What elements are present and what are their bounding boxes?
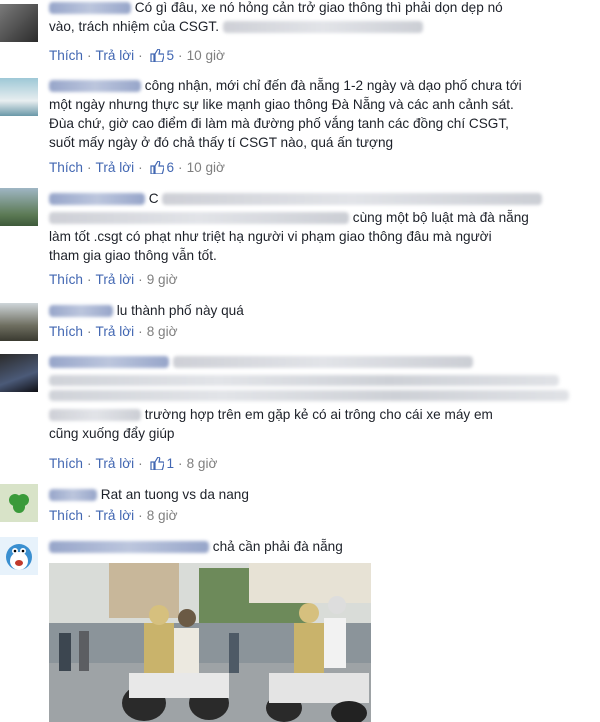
like-link[interactable]: Thích	[49, 324, 83, 339]
timestamp[interactable]: 9 giờ	[147, 272, 178, 287]
traffic-police-photo	[49, 563, 371, 722]
comment-text: Rat an tuong vs da nang	[100, 487, 249, 502]
comment-actions: Thích · Trả lời · 9 giờ	[49, 271, 178, 287]
reply-link[interactable]: Trả lời	[96, 160, 135, 175]
comment-text: Có gì đâu, xe nó hỏng cản trở giao thông…	[134, 0, 503, 15]
avatar[interactable]	[0, 484, 38, 522]
like-link[interactable]: Thích	[49, 48, 83, 63]
commenter-name[interactable]	[49, 193, 145, 206]
timestamp[interactable]: 8 giờ	[147, 508, 178, 523]
comment-actions: Thích · Trả lời · 8 giờ	[49, 507, 178, 523]
commenter-name[interactable]	[49, 2, 131, 15]
commenter-name[interactable]	[49, 541, 209, 554]
comment-text: cùng một bộ luật mà đà nẵng	[352, 210, 529, 225]
timestamp[interactable]: 8 giờ	[147, 324, 178, 339]
comment-actions: Thích · Trả lời · 1 · 8 giờ	[49, 455, 218, 471]
like-link[interactable]: Thích	[49, 508, 83, 523]
comment-text: lu thành phố này quá	[116, 303, 244, 318]
like-link[interactable]: Thích	[49, 456, 83, 471]
comment-text: C	[148, 191, 159, 206]
blurred-text	[49, 390, 569, 401]
avatar[interactable]	[0, 188, 38, 226]
like-count: 1	[166, 455, 175, 471]
like-link[interactable]: Thích	[49, 160, 83, 175]
reply-link[interactable]: Trả lời	[96, 272, 135, 287]
avatar[interactable]	[0, 4, 38, 42]
avatar[interactable]	[0, 78, 38, 116]
thumbs-up-icon[interactable]	[150, 160, 165, 174]
reply-link[interactable]: Trả lời	[96, 48, 135, 63]
reply-link[interactable]: Trả lời	[96, 324, 135, 339]
avatar[interactable]	[0, 354, 38, 392]
blurred-text	[222, 21, 423, 34]
avatar[interactable]	[0, 303, 38, 341]
commenter-name[interactable]	[49, 305, 113, 318]
commenter-name[interactable]	[49, 80, 141, 93]
blurred-text	[162, 193, 543, 206]
blurred-text	[49, 409, 141, 422]
blurred-text	[49, 375, 559, 386]
comment-text: công nhận, mới chỉ đến đà nẵng 1-2 ngày …	[144, 78, 522, 93]
reply-link[interactable]: Trả lời	[96, 456, 135, 471]
blurred-text	[172, 356, 473, 369]
thumbs-up-icon[interactable]	[150, 48, 165, 62]
comment-text: trường hợp trên em gặp kẻ có ai trông ch…	[144, 407, 493, 422]
timestamp[interactable]: 10 giờ	[187, 160, 225, 175]
like-count: 6	[166, 159, 175, 175]
like-count: 5	[166, 47, 175, 63]
comment-text: tham gia giao thông vẫn tốt.	[49, 248, 217, 263]
thumbs-up-icon[interactable]	[150, 456, 165, 470]
comment-actions: Thích · Trả lời · 5 · 10 giờ	[49, 47, 225, 63]
timestamp[interactable]: 10 giờ	[187, 48, 225, 63]
comment-text: chả cần phải đà nẵng	[212, 539, 343, 554]
comment-text: Đùa chứ, giờ cao điểm đi làm mà đường ph…	[49, 116, 509, 131]
timestamp[interactable]: 8 giờ	[187, 456, 218, 471]
comment-text: vào, trách nhiệm của CSGT.	[49, 19, 219, 34]
blurred-text	[49, 212, 349, 225]
comment-actions: Thích · Trả lời · 8 giờ	[49, 323, 178, 339]
avatar[interactable]	[0, 537, 38, 575]
cartoon-face-icon	[6, 544, 32, 570]
reply-link[interactable]: Trả lời	[96, 508, 135, 523]
comment-actions: Thích · Trả lời · 6 · 10 giờ	[49, 159, 225, 175]
comment-text: suốt mấy ngày ở đó chả thấy tí CSGT nào,…	[49, 135, 394, 150]
comment-photo[interactable]	[49, 563, 371, 722]
commenter-name[interactable]	[49, 489, 97, 502]
comment-text: cũng xuống đẩy giúp	[49, 426, 175, 441]
like-link[interactable]: Thích	[49, 272, 83, 287]
comment-text: một ngày nhưng thực sự like mạnh giao th…	[49, 97, 514, 112]
clover-icon	[9, 494, 29, 513]
comment-text: làm tốt .csgt có phạt như triệt hạ người…	[49, 229, 492, 244]
commenter-name[interactable]	[49, 356, 169, 369]
